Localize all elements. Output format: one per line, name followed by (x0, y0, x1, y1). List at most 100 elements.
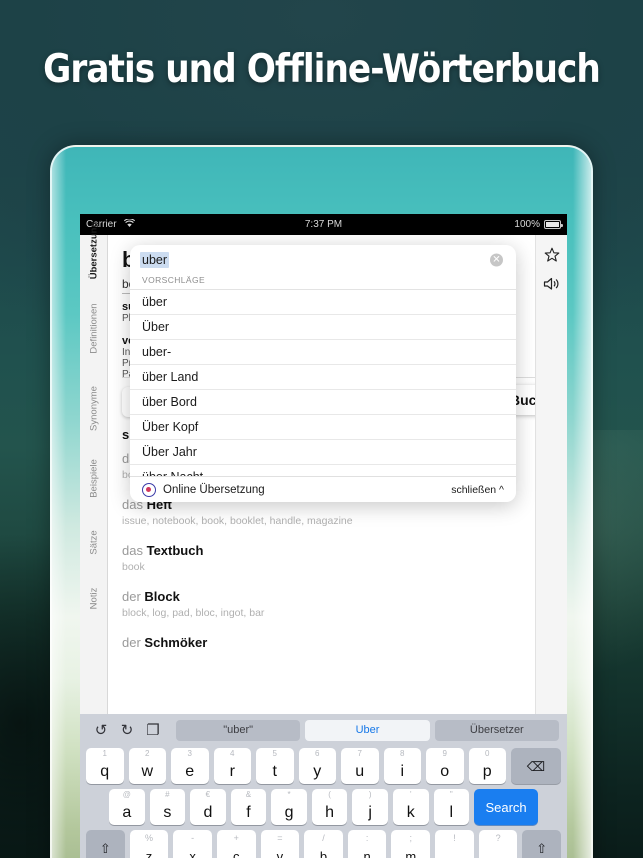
key-label: f (246, 804, 251, 821)
search-input[interactable]: uber ✕ (130, 245, 516, 275)
key-k[interactable]: ' k (392, 789, 429, 825)
list-item[interactable]: der Block block, log, pad, bloc, ingot, … (122, 589, 557, 619)
list-item[interactable]: über Land (130, 365, 516, 390)
key-alt-label: ( (328, 790, 331, 799)
key-alt-label: 7 (357, 749, 362, 758)
key-label: k (406, 804, 415, 821)
undo-icon[interactable]: ↺ (88, 719, 114, 741)
key-h[interactable]: (h (311, 789, 348, 825)
key-alt-label: = (277, 833, 283, 843)
key-label: z (145, 849, 153, 858)
key-y[interactable]: 6y (298, 748, 336, 784)
list-item[interactable]: Über Kopf (130, 415, 516, 440)
key-label: v (276, 849, 284, 858)
list-item[interactable]: Über (130, 315, 516, 340)
online-translation-label[interactable]: Online Übersetzung (163, 484, 265, 496)
search-input-value: uber (140, 252, 170, 268)
star-icon[interactable] (544, 247, 560, 267)
collapse-button[interactable]: schließen ^ (451, 484, 504, 496)
key-o[interactable]: 9o (426, 748, 464, 784)
key-alt-label: ? (495, 833, 501, 843)
key-alt-label: ' (409, 790, 412, 799)
prediction-candidate-2[interactable]: Übersetzer (434, 719, 559, 741)
clock-label: 7:37 PM (304, 219, 343, 230)
keyboard-row-2: @ a # s € d & f * g (h ) j ' k " l Search (83, 789, 564, 825)
key-label: g (284, 804, 294, 821)
list-item[interactable]: über Bord (130, 390, 516, 415)
dictionary-app: Übersetzung Definitionen Synonyme Beispi… (80, 222, 567, 858)
key-alt-label: 9 (442, 749, 447, 758)
shift-key-right[interactable]: ⇧ (522, 830, 562, 858)
key-alt-label: + (233, 833, 239, 843)
list-item[interactable]: das Textbuch book (122, 543, 557, 573)
key-alt-label: ; (409, 833, 413, 843)
search-key[interactable]: Search (474, 789, 539, 825)
key-label: x (189, 849, 196, 858)
list-item[interactable]: der Schmöker (122, 635, 557, 650)
redo-icon[interactable]: ↻ (114, 719, 140, 741)
list-item[interactable]: über (130, 290, 516, 315)
key-j[interactable]: ) j (352, 789, 388, 825)
key-q[interactable]: 1q (86, 748, 124, 784)
prediction-candidate-0[interactable]: "uber" (176, 719, 301, 741)
sidebar-item-label: Definitionen (88, 303, 99, 354)
list-item[interactable]: über Nacht (130, 465, 516, 476)
prediction-candidates: "uber" Uber Übersetzer (176, 719, 559, 741)
key-d[interactable]: € d (190, 789, 226, 825)
key-l[interactable]: " l (433, 789, 470, 825)
key-b[interactable]: / b (304, 830, 343, 858)
key-alt-label: 0 (485, 749, 490, 758)
key-t[interactable]: 5t (256, 748, 294, 784)
list-item[interactable]: Über Jahr (130, 440, 516, 465)
key-v[interactable]: = v (260, 830, 300, 858)
paste-icon[interactable]: ❐ (140, 719, 166, 741)
backspace-key[interactable]: ⌫ (511, 748, 561, 784)
key-label: e (185, 763, 195, 780)
key-g[interactable]: * g (271, 789, 307, 825)
key-label: i (400, 763, 405, 780)
sidebar-item-label: Übersetzung (88, 221, 99, 280)
key-comma[interactable]: !, (435, 830, 474, 858)
key-f[interactable]: & f (230, 789, 267, 825)
backspace-icon: ⌫ (526, 758, 546, 774)
page-title: Gratis und Offline-Wörterbuch (43, 47, 601, 92)
list-item[interactable]: uber- (130, 340, 516, 365)
key-u[interactable]: 7u (341, 748, 379, 784)
key-i[interactable]: 8i (383, 748, 421, 784)
prediction-candidate-1[interactable]: Uber (305, 719, 430, 741)
key-z[interactable]: % z (129, 830, 169, 858)
keyboard-row-3: ⇧ % z -x + c = v / b :n ; m !, ?. ⇧ (83, 830, 564, 858)
key-x[interactable]: -x (173, 830, 212, 858)
device-screen: Carrier 7:37 PM 100% Übersetzung Definit… (80, 214, 567, 858)
key-alt-label: # (165, 790, 170, 799)
key-label: w (141, 763, 154, 780)
close-icon[interactable]: ✕ (490, 253, 503, 267)
translation-headline: der Schmöker (122, 635, 557, 650)
key-label: t (272, 763, 277, 780)
suggestions-footer: Online Übersetzung schließen ^ (130, 476, 516, 502)
key-label: r (229, 763, 235, 780)
shift-key-left[interactable]: ⇧ (86, 830, 125, 858)
key-period[interactable]: ?. (478, 830, 518, 858)
translation-headline: das Textbuch (122, 543, 557, 558)
speaker-icon[interactable] (543, 277, 560, 295)
key-n[interactable]: :n (347, 830, 387, 858)
battery-percent-label: 100% (514, 219, 540, 230)
key-m[interactable]: ; m (391, 830, 431, 858)
key-s[interactable]: # s (149, 789, 186, 825)
search-key-label: Search (485, 799, 527, 815)
key-c[interactable]: + c (216, 830, 256, 858)
key-r[interactable]: 4r (213, 748, 251, 784)
key-e[interactable]: 3e (171, 748, 209, 784)
key-label: b (319, 849, 328, 858)
key-alt-label: 2 (145, 749, 150, 758)
article: der (122, 589, 141, 604)
key-p[interactable]: 0p (468, 748, 506, 784)
key-w[interactable]: 2w (128, 748, 166, 784)
online-translation-icon (142, 482, 156, 497)
status-bar: Carrier 7:37 PM 100% (80, 214, 567, 235)
key-a[interactable]: @ a (109, 789, 145, 825)
key-alt-label: % (144, 833, 153, 843)
article: das (122, 543, 143, 558)
translation-meanings: book (122, 561, 145, 573)
